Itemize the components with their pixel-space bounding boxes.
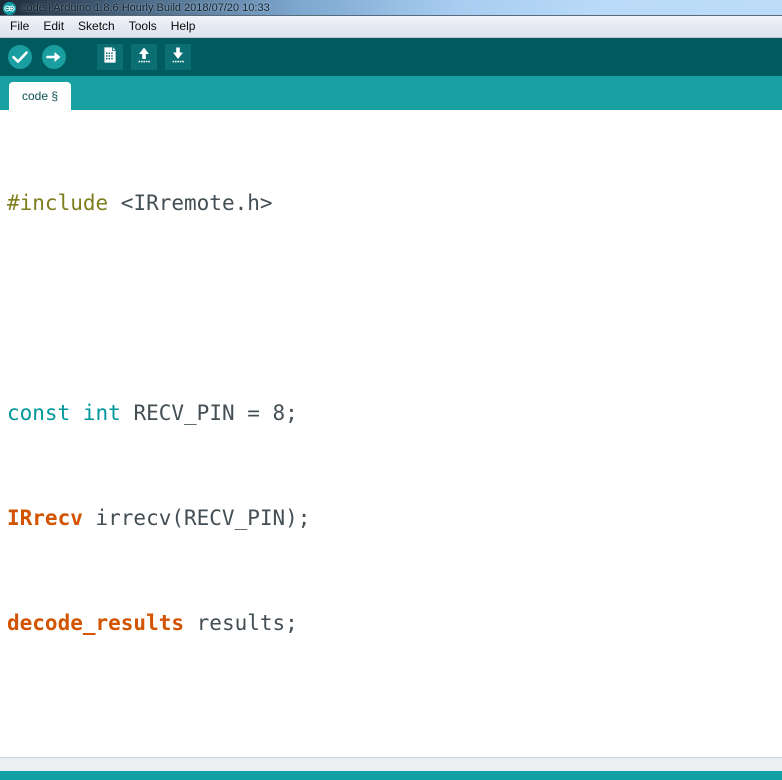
arduino-ide-window: code | Arduino 1.8.6 Hourly Build 2018/0… <box>0 0 782 780</box>
new-button[interactable] <box>97 44 123 70</box>
menu-item-help[interactable]: Help <box>164 17 203 37</box>
token-irrecv-decl: irrecv(RECV_PIN); <box>82 506 311 530</box>
tab-label: code § <box>22 89 59 103</box>
open-button[interactable] <box>131 44 157 70</box>
window-titlebar: code | Arduino 1.8.6 Hourly Build 2018/0… <box>0 0 782 16</box>
toolbar <box>0 38 782 76</box>
code-text[interactable]: #include <IRremote.h> const int RECV_PIN… <box>0 116 782 757</box>
token-recv-pin-decl: RECV_PIN = 8; <box>120 401 298 425</box>
token-kw-int: int <box>82 401 121 425</box>
menu-item-sketch[interactable]: Sketch <box>71 17 122 37</box>
tab-code[interactable]: code § <box>9 82 72 110</box>
new-document-icon <box>100 45 120 70</box>
code-line-5: decode_results results; <box>7 606 782 641</box>
check-circle-icon <box>7 44 33 70</box>
sketch-tabbar: code § <box>0 76 782 110</box>
arrow-up-icon <box>134 45 154 70</box>
token-results-decl: results; <box>184 611 298 635</box>
menubar: File Edit Sketch Tools Help <box>0 16 782 38</box>
window-title: code | Arduino 1.8.6 Hourly Build 2018/0… <box>21 2 270 14</box>
token-type-decode-results: decode_results <box>7 611 185 635</box>
upload-button[interactable] <box>39 42 69 72</box>
arduino-logo-icon <box>3 1 16 15</box>
token-space-1 <box>70 401 83 425</box>
code-line-4: IRrecv irrecv(RECV_PIN); <box>7 501 782 536</box>
token-kw-const: const <box>7 401 71 425</box>
status-message-area <box>0 757 782 771</box>
menu-item-edit[interactable]: Edit <box>36 17 71 37</box>
arrow-down-icon <box>168 45 188 70</box>
status-bar <box>0 771 782 780</box>
save-button[interactable] <box>165 44 191 70</box>
code-line-1: #include <IRremote.h> <box>7 186 782 221</box>
menu-item-file[interactable]: File <box>3 17 36 37</box>
toolbar-separator <box>73 57 89 58</box>
token-include-directive: #include <box>7 191 109 215</box>
verify-button[interactable] <box>5 42 35 72</box>
token-include-header: <IRremote.h> <box>108 191 273 215</box>
code-editor[interactable]: #include <IRremote.h> const int RECV_PIN… <box>0 110 782 757</box>
menu-item-tools[interactable]: Tools <box>122 17 164 37</box>
arrow-right-circle-icon <box>41 44 67 70</box>
token-type-irrecv: IRrecv <box>7 506 83 530</box>
code-line-3: const int RECV_PIN = 8; <box>7 396 782 431</box>
